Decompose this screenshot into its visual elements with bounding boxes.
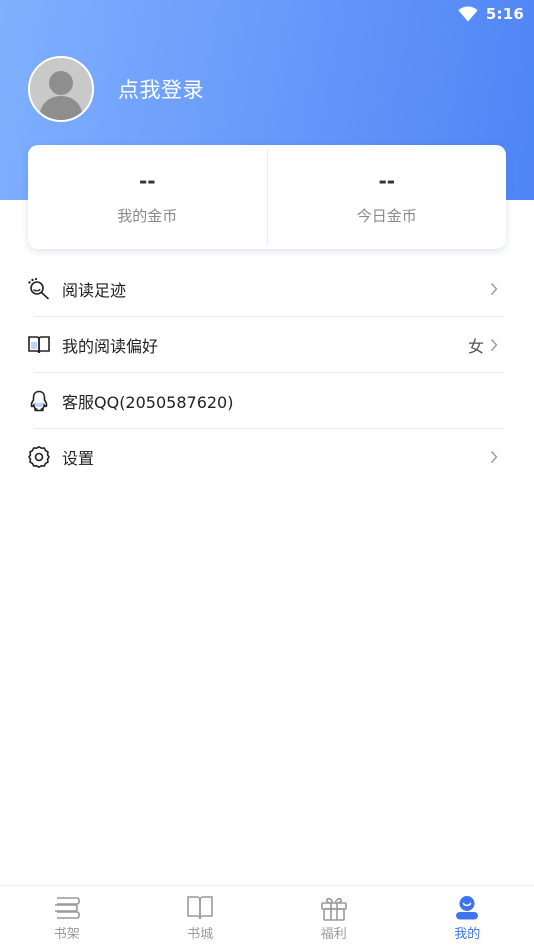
status-bar: 5:16 [458,0,524,28]
today-coins-value: -- [378,169,396,193]
menu-value-gender: 女 [467,337,484,356]
tab-bookshelf[interactable]: 书架 [0,886,134,949]
chevron-right-icon [490,282,498,296]
tab-label: 福利 [320,927,347,942]
tab-label: 书城 [187,927,214,942]
menu-label: 设置 [62,449,95,468]
menu-label: 客服QQ(2050587620) [62,393,234,412]
avatar[interactable] [28,56,94,122]
book-icon [187,896,214,920]
tab-label: 书架 [53,927,80,942]
tab-bookstore[interactable]: 书城 [134,886,268,949]
menu-item-settings[interactable]: 设置 [0,429,534,485]
user-icon [456,896,479,920]
my-coins-value: -- [138,169,156,193]
settings-menu: 阅读足迹 我的阅读偏好 女 客服QQ(2050587620) 设置 [0,261,534,485]
chevron-right-icon [490,338,498,352]
menu-item-customer-service-qq[interactable]: 客服QQ(2050587620) [0,373,534,429]
footprint-search-icon [27,277,51,301]
gift-icon [320,897,347,921]
today-coins[interactable]: -- 今日金币 [268,145,507,249]
chevron-right-icon [490,450,498,464]
my-coins[interactable]: -- 我的金币 [28,145,267,249]
menu-label: 阅读足迹 [62,281,127,300]
open-book-icon [27,333,51,357]
coin-card: -- 我的金币 -- 今日金币 [28,145,506,249]
wifi-icon [458,6,478,22]
tab-label: 我的 [454,927,481,942]
gear-icon [27,445,51,469]
login-link[interactable]: 点我登录 [118,74,204,104]
menu-item-reading-preference[interactable]: 我的阅读偏好 女 [0,317,534,373]
menu-label: 我的阅读偏好 [62,337,159,356]
status-time: 5:16 [485,5,524,23]
tab-welfare[interactable]: 福利 [267,886,401,949]
menu-item-reading-history[interactable]: 阅读足迹 [0,261,534,317]
qq-penguin-icon [27,389,51,413]
bookshelf-icon [54,897,80,919]
tab-mine[interactable]: 我的 [401,886,534,949]
bottom-tab-bar: 书架 书城 福利 我的 [0,885,534,949]
my-coins-label: 我的金币 [117,207,178,225]
default-avatar-icon [30,58,92,120]
today-coins-label: 今日金币 [356,207,417,225]
